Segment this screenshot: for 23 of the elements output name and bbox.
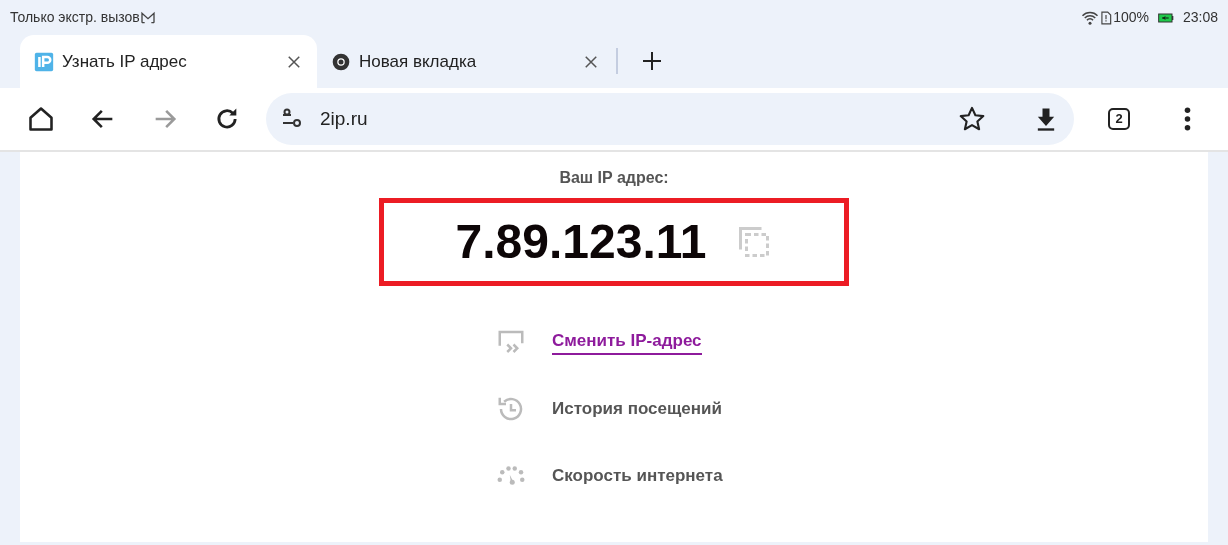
browser-tab[interactable]: Новая вкладка [317,35,614,88]
url-text: 2ip.ru [320,106,369,131]
sim-icon [1099,9,1114,26]
tab-count-button[interactable]: 2 [1096,96,1142,142]
menu-item-text[interactable]: Скорость интернета [552,462,723,489]
tab-title: Новая вкладка [359,50,478,73]
site-favicon [34,51,54,72]
change-ip-link[interactable]: Сменить IP-адрес [552,327,702,356]
home-icon [27,105,55,133]
address-bar[interactable]: 2ip.ru [266,93,1074,145]
menu-icon [1183,107,1191,131]
tab-title: Узнать IP адрес [62,50,188,73]
ip-address: 7.89.123.11 [455,214,707,270]
browser-favicon [331,51,351,72]
carrier-text: Только экстр. вызов [10,8,140,27]
mail-icon [139,9,156,26]
browser-tab[interactable]: Узнать IP адрес [20,35,317,88]
battery-text: 100% [1113,8,1149,27]
clock-text: 23:08 [1182,8,1218,27]
ip-label: Ваш IP адрес: [559,168,669,188]
menu-item-text[interactable]: История посещений [552,395,722,422]
new-tab-icon[interactable] [640,49,664,73]
star-icon[interactable] [958,105,986,133]
